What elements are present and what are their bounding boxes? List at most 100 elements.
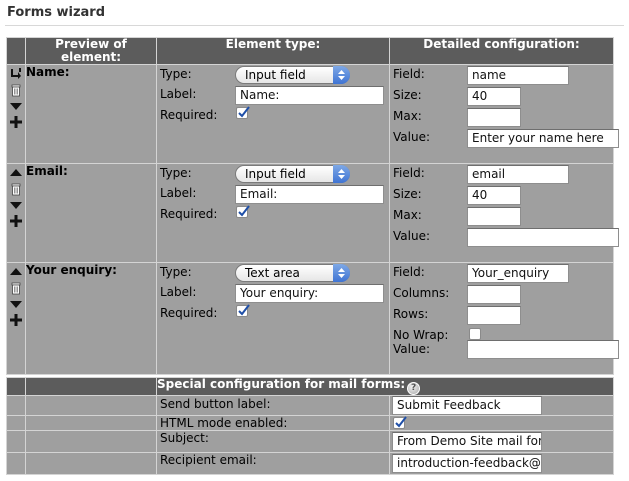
element-type-value: Text area bbox=[245, 266, 300, 280]
value-input[interactable] bbox=[467, 228, 619, 247]
label-input[interactable]: Name: bbox=[235, 86, 384, 105]
html-mode-checkbox[interactable] bbox=[393, 416, 407, 429]
header-preview: Preview of element: bbox=[25, 37, 157, 65]
send-button-label-input[interactable]: Submit Feedback bbox=[392, 396, 542, 415]
mail-header-blank bbox=[6, 377, 26, 396]
type-cell: Type: Input field Label: Name: Required: bbox=[156, 64, 390, 164]
page-title: Forms wizard bbox=[7, 5, 106, 20]
type-cell: Type: Text area Label: Your enquiry: Req… bbox=[156, 262, 390, 375]
no-wrap-checkbox[interactable] bbox=[469, 328, 481, 340]
no-wrap-label: No Wrap: bbox=[393, 328, 449, 342]
value-input[interactable] bbox=[467, 340, 619, 359]
row-controls bbox=[6, 262, 26, 375]
config-cell: Field: email Size: 40 Max: Value: bbox=[389, 163, 619, 263]
mail-row: Recipient email: introduction-feedback@t… bbox=[6, 452, 615, 475]
move-down-icon[interactable] bbox=[9, 99, 23, 113]
label-label: Label: bbox=[160, 285, 197, 299]
value-input[interactable]: Enter your name here bbox=[467, 129, 619, 148]
max-label: Max: bbox=[393, 109, 422, 123]
config-cell: Field: name Size: 40 Max: Value: Enter y… bbox=[389, 64, 619, 164]
mail-header-blank bbox=[25, 377, 157, 396]
header-control-cell bbox=[6, 37, 26, 65]
row-controls bbox=[6, 163, 26, 263]
type-cell: Type: Input field Label: Email: Required… bbox=[156, 163, 390, 263]
add-element-icon[interactable] bbox=[9, 115, 23, 129]
size-label: Size: bbox=[393, 187, 422, 201]
recipient-email-input[interactable]: introduction-feedback@typo3.com bbox=[392, 454, 542, 473]
max-input[interactable] bbox=[467, 207, 521, 226]
type-label: Type: bbox=[160, 67, 192, 81]
rows-input[interactable] bbox=[467, 306, 521, 325]
required-checkbox[interactable] bbox=[236, 205, 250, 218]
max-label: Max: bbox=[393, 208, 422, 222]
add-element-icon[interactable] bbox=[9, 313, 23, 327]
preview-label: Your enquiry: bbox=[25, 262, 157, 375]
add-element-icon[interactable] bbox=[9, 214, 23, 228]
element-row-enquiry: Your enquiry: Type: Text area Label: You… bbox=[6, 262, 619, 375]
mail-config-header: Special configuration for mail forms:? bbox=[155, 377, 615, 396]
max-input[interactable] bbox=[467, 108, 521, 127]
required-label: Required: bbox=[160, 207, 218, 221]
select-arrows-icon bbox=[333, 264, 350, 282]
element-row-name: Name: Type: Input field Label: Name: Req… bbox=[6, 64, 619, 164]
element-type-value: Input field bbox=[245, 68, 306, 82]
mail-label: Send button label: bbox=[156, 395, 390, 416]
mail-row: HTML mode enabled: bbox=[6, 415, 615, 431]
rows-label: Rows: bbox=[393, 307, 429, 321]
value-label: Value: bbox=[393, 130, 430, 144]
element-type-select[interactable]: Text area bbox=[235, 264, 350, 282]
select-arrows-icon bbox=[333, 165, 350, 183]
required-checkbox[interactable] bbox=[236, 304, 250, 317]
mail-row: Subject: From Demo Site mail form bbox=[6, 430, 615, 453]
mail-label: HTML mode enabled: bbox=[156, 415, 390, 431]
element-row-email: Email: Type: Input field Label: Email: R… bbox=[6, 163, 619, 263]
required-label: Required: bbox=[160, 108, 218, 122]
type-label: Type: bbox=[160, 265, 192, 279]
required-label: Required: bbox=[160, 306, 218, 320]
size-input[interactable]: 40 bbox=[467, 87, 521, 106]
label-label: Label: bbox=[160, 186, 197, 200]
element-type-value: Input field bbox=[245, 167, 306, 181]
help-icon[interactable]: ? bbox=[407, 382, 421, 395]
forms-elements-table: Preview of element: Element type: Detail… bbox=[6, 37, 619, 375]
config-cell: Field: Your_enquiry Columns: Rows: No Wr… bbox=[389, 262, 619, 375]
element-type-select[interactable]: Input field bbox=[235, 165, 350, 183]
size-label: Size: bbox=[393, 88, 422, 102]
trash-icon[interactable] bbox=[9, 83, 23, 97]
move-down-icon[interactable] bbox=[9, 198, 23, 212]
mail-config-table: Special configuration for mail forms:? S… bbox=[6, 377, 615, 475]
label-label: Label: bbox=[160, 87, 197, 101]
field-label: Field: bbox=[393, 67, 425, 81]
title-divider bbox=[5, 25, 624, 26]
header-detailed-config: Detailed configuration: bbox=[389, 37, 614, 65]
trash-icon[interactable] bbox=[9, 281, 23, 295]
field-input[interactable]: name bbox=[467, 66, 569, 85]
columns-input[interactable] bbox=[467, 285, 521, 304]
move-up-icon[interactable] bbox=[9, 166, 23, 180]
element-type-select[interactable]: Input field bbox=[235, 66, 350, 84]
field-input[interactable]: email bbox=[467, 165, 569, 184]
value-label: Value: bbox=[393, 342, 430, 356]
mail-config-title: Special configuration for mail forms: bbox=[157, 377, 406, 391]
trash-icon[interactable] bbox=[9, 182, 23, 196]
value-label: Value: bbox=[393, 229, 430, 243]
field-label: Field: bbox=[393, 265, 425, 279]
mail-label: Recipient email: bbox=[156, 452, 390, 475]
required-checkbox[interactable] bbox=[236, 106, 250, 119]
label-input[interactable]: Email: bbox=[235, 185, 384, 204]
move-down-icon[interactable] bbox=[9, 297, 23, 311]
type-label: Type: bbox=[160, 166, 192, 180]
preview-label: Name: bbox=[25, 64, 157, 164]
size-input[interactable]: 40 bbox=[467, 186, 521, 205]
label-input[interactable]: Your enquiry: bbox=[235, 284, 384, 303]
field-input[interactable]: Your_enquiry bbox=[467, 264, 569, 283]
header-element-type: Element type: bbox=[156, 37, 390, 65]
preview-label: Email: bbox=[25, 163, 157, 263]
move-up-icon[interactable] bbox=[9, 67, 23, 81]
move-up-icon[interactable] bbox=[9, 265, 23, 279]
columns-label: Columns: bbox=[393, 286, 450, 300]
mail-label: Subject: bbox=[156, 430, 390, 453]
select-arrows-icon bbox=[333, 66, 350, 84]
row-controls bbox=[6, 64, 26, 164]
subject-input[interactable]: From Demo Site mail form bbox=[392, 432, 542, 451]
